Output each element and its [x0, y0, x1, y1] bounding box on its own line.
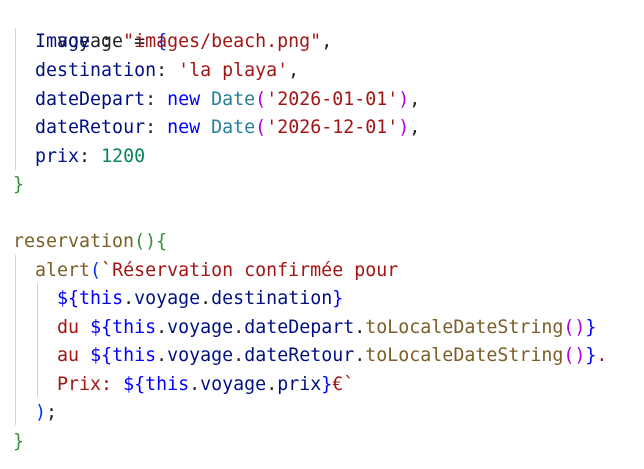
parens: () [563, 317, 586, 338]
separator: : [79, 146, 102, 167]
string-literal: "images/beach.png" [123, 31, 322, 52]
dot: . [189, 374, 201, 395]
template-text: Prix: [57, 374, 124, 395]
paren-close: ) [398, 89, 410, 110]
interp-close: } [585, 345, 597, 366]
dot: . [354, 317, 366, 338]
member: voyage [200, 374, 267, 395]
member: prix [277, 374, 322, 395]
interp-open: ${ [90, 317, 113, 338]
semicolon: ; [46, 402, 58, 423]
code-line-11[interactable]: ${this.voyage.destination} [13, 285, 343, 313]
dot: . [266, 374, 278, 395]
code-line-15[interactable]: ); [13, 399, 57, 427]
code-line-3[interactable]: destination: 'la playa', [13, 57, 299, 85]
method-call: toLocaleDateString [365, 317, 564, 338]
type-name: Date [211, 89, 256, 110]
code-line-5[interactable]: dateRetour: new Date('2026-12-01'), [13, 114, 420, 142]
template-string: `Réservation confirmée pour [101, 260, 399, 281]
code-line-16[interactable]: } [13, 428, 24, 456]
code-editor[interactable]: voyage = { Image : "images/beach.png", d… [0, 0, 644, 469]
member: voyage [167, 317, 234, 338]
separator: : [156, 60, 179, 81]
keyword-this: this [79, 288, 124, 309]
property-key: Image [35, 31, 91, 52]
keyword-this: this [145, 374, 190, 395]
code-line-4[interactable]: dateDepart: new Date('2026-01-01'), [13, 86, 420, 114]
member: dateDepart [244, 317, 355, 338]
dot: . [233, 317, 245, 338]
string-literal: 'la playa' [178, 60, 289, 81]
dot: . [354, 345, 366, 366]
brace-close: } [13, 431, 25, 452]
dot: . [156, 317, 168, 338]
keyword-this: this [112, 317, 157, 338]
separator: : [145, 117, 168, 138]
keyword-new: new [167, 117, 201, 138]
member: dateRetour [244, 345, 355, 366]
parens: () [134, 231, 157, 252]
keyword-new: new [167, 89, 201, 110]
method-call: toLocaleDateString [365, 345, 564, 366]
paren-open: ( [90, 260, 102, 281]
property-key: dateDepart [35, 89, 146, 110]
paren-open: ( [255, 117, 267, 138]
template-text: €` [332, 374, 355, 395]
interp-close: } [321, 374, 333, 395]
member: voyage [134, 288, 201, 309]
keyword-this: this [112, 345, 157, 366]
interp-open: ${ [57, 288, 80, 309]
type-name: Date [211, 117, 256, 138]
separator: : [90, 31, 124, 52]
number-literal: 1200 [101, 146, 146, 167]
dot: . [233, 345, 245, 366]
function-name: reservation [13, 231, 135, 252]
comma: , [409, 117, 421, 138]
code-line-7[interactable]: } [13, 171, 24, 199]
interp-close: } [585, 317, 597, 338]
dot: . [200, 288, 212, 309]
code-line-13[interactable]: au ${this.voyage.dateRetour.toLocaleDate… [13, 342, 607, 370]
property-key: prix [35, 146, 80, 167]
brace-close: } [13, 174, 25, 195]
code-line-2[interactable]: Image : "images/beach.png", [13, 28, 332, 56]
interp-open: ${ [123, 374, 146, 395]
member: voyage [167, 345, 234, 366]
interp-close: } [332, 288, 344, 309]
template-text: du [57, 317, 91, 338]
comma: , [288, 60, 300, 81]
dot: . [156, 345, 168, 366]
string-literal: '2026-12-01' [266, 117, 399, 138]
separator: : [145, 89, 168, 110]
comma: , [409, 89, 421, 110]
code-line-6[interactable]: prix: 1200 [13, 143, 145, 171]
member: destination [211, 288, 333, 309]
parens: () [563, 345, 586, 366]
code-line-10[interactable]: alert(`Réservation confirmée pour [13, 257, 398, 285]
paren-open: ( [255, 89, 267, 110]
dot: . [123, 288, 135, 309]
code-line-9[interactable]: reservation(){ [13, 228, 167, 256]
brace-open: { [156, 231, 168, 252]
property-key: destination [35, 60, 157, 81]
property-key: dateRetour [35, 117, 146, 138]
string-literal: '2026-01-01' [266, 89, 399, 110]
template-text: . [596, 345, 608, 366]
comma: , [321, 31, 333, 52]
template-text: au [57, 345, 91, 366]
code-line-14[interactable]: Prix: ${this.voyage.prix}€` [13, 371, 354, 399]
code-line-1[interactable]: voyage = { [13, 0, 167, 52]
paren-close: ) [35, 402, 47, 423]
function-call: alert [35, 260, 91, 281]
code-line-12[interactable]: du ${this.voyage.dateDepart.toLocaleDate… [13, 314, 596, 342]
paren-close: ) [398, 117, 410, 138]
interp-open: ${ [90, 345, 113, 366]
